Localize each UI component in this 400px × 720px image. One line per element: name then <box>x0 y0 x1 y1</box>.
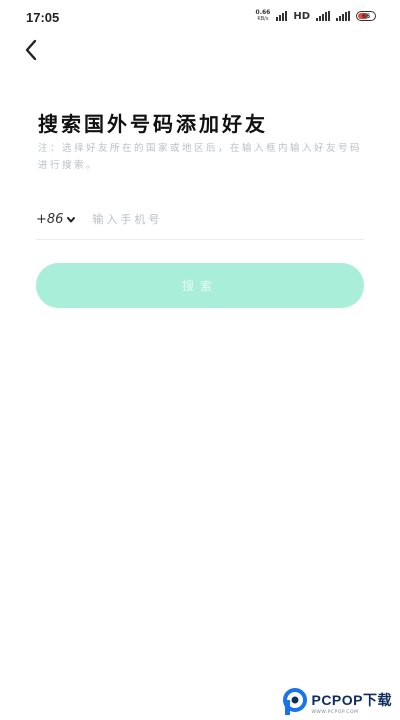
status-icons: 0.66 KB/s HD 66 <box>256 10 376 22</box>
pcpop-logo-icon <box>283 688 308 715</box>
phone-input-row: +86 <box>36 200 364 240</box>
back-button[interactable] <box>14 36 48 64</box>
watermark-title: PCPOP下载 <box>311 691 392 708</box>
search-button[interactable]: 搜索 <box>36 263 364 308</box>
chevron-left-icon <box>25 39 37 61</box>
chevron-down-icon <box>67 216 76 222</box>
network-speed: 0.66 KB/s <box>255 9 271 23</box>
phone-number-input[interactable] <box>92 213 364 226</box>
battery-icon: 66 <box>356 11 376 21</box>
watermark-subtitle: WWW.PCPOP.COM <box>311 709 359 715</box>
cell-signal-icon-2 <box>336 11 350 21</box>
network-speed-value: 0.66 <box>255 9 271 16</box>
hd-indicator: HD <box>293 10 310 22</box>
status-bar: 17:05 0.66 KB/s HD 66 <box>0 0 400 36</box>
page-title: 搜索国外号码添加好友 <box>38 112 268 136</box>
cell-signal-icon-1 <box>316 11 330 21</box>
wifi-signal-icon <box>276 11 288 21</box>
network-speed-unit: KB/s <box>257 16 269 22</box>
page-hint: 注：选择好友所在的国家或地区后，在输入框内输入好友号码进行搜索。 <box>38 143 363 171</box>
watermark: PCPOP下载 WWW.PCPOP.COM <box>282 688 392 716</box>
battery-level: 66 <box>361 12 371 20</box>
country-code-selector[interactable]: +86 <box>36 212 92 227</box>
country-code-label: +86 <box>36 212 64 227</box>
status-time: 17:05 <box>26 10 60 25</box>
